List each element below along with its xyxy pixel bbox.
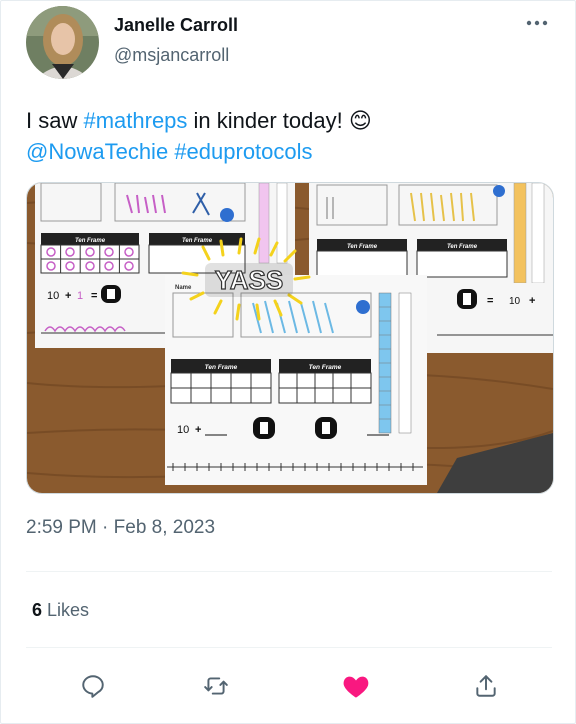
tweet-text-part: in kinder today! <box>187 108 349 133</box>
tweet-text-part: I saw <box>26 108 84 133</box>
yass-sticker-text: YASS <box>215 265 283 295</box>
avatar[interactable] <box>26 6 99 79</box>
more-icon[interactable] <box>522 13 552 33</box>
equation-number: 1 <box>77 290 83 302</box>
equation-operator: + <box>65 290 71 302</box>
divider <box>26 647 552 648</box>
mention-nowatechie[interactable]: @NowaTechie <box>26 139 168 164</box>
tweet-text: I saw #mathreps in kinder today! 😊 @Nowa… <box>26 105 372 167</box>
equation-operator: + <box>195 424 201 436</box>
equation-number: 10 <box>509 296 521 307</box>
tweet-timestamp[interactable]: 2:59 PM · Feb 8, 2023 <box>26 517 215 539</box>
share-icon[interactable] <box>471 671 501 701</box>
likes-count[interactable]: 6 Likes <box>32 600 89 621</box>
name-label: Name <box>175 285 192 291</box>
reply-icon[interactable] <box>78 671 108 701</box>
ten-frame-label: Ten Frame <box>309 364 342 371</box>
tweet-card: Janelle Carroll @msjancarroll I saw #mat… <box>0 0 576 724</box>
smile-emoji: 😊 <box>348 108 372 133</box>
hashtag-eduprotocols[interactable]: #eduprotocols <box>174 139 312 164</box>
equation-number: 10 <box>177 424 189 436</box>
equation-operator: + <box>529 295 535 307</box>
author-name[interactable]: Janelle Carroll <box>114 15 238 36</box>
author-handle[interactable]: @msjancarroll <box>114 45 229 66</box>
hashtag-mathreps[interactable]: #mathreps <box>83 108 187 133</box>
ten-frame-label: Ten Frame <box>447 244 478 250</box>
ten-frame-label: Ten Frame <box>347 244 378 250</box>
like-icon[interactable] <box>341 671 371 701</box>
retweet-icon[interactable] <box>201 671 231 701</box>
ten-frame-label: Ten Frame <box>205 364 238 371</box>
divider <box>26 571 552 572</box>
ten-frame-label: Ten Frame <box>182 238 213 244</box>
equation-equals: = <box>487 295 493 307</box>
likes-label: Likes <box>47 600 90 620</box>
tweet-photo[interactable]: Ten Frame Ten Frame 10 + 1 = Ten Frame T… <box>26 182 554 494</box>
equation-equals: = <box>91 290 97 302</box>
equation-number: 10 <box>47 290 59 302</box>
likes-number: 6 <box>32 600 43 620</box>
ten-frame-label: Ten Frame <box>75 238 106 244</box>
